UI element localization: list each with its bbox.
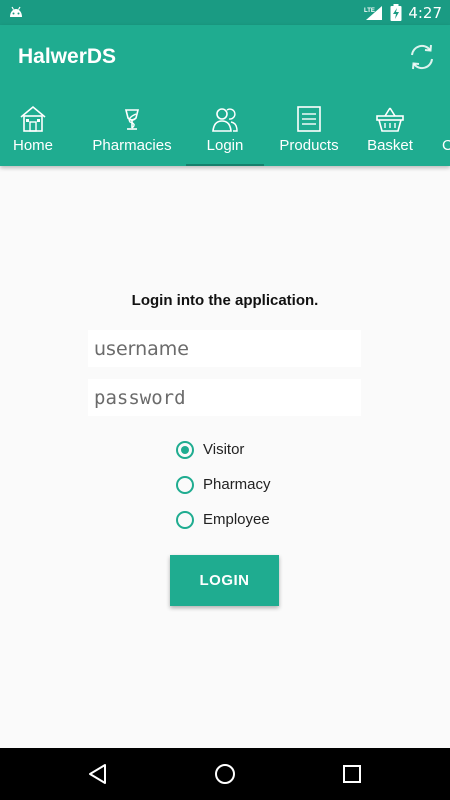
radio-button-checked[interactable] [176, 440, 194, 459]
username-field[interactable] [88, 330, 361, 367]
tab-label: Home [12, 137, 53, 154]
basket-icon [376, 107, 404, 132]
tab-bar: Home Pharmacies Login Products Basket C [0, 100, 450, 166]
lte-signal-icon: LTE [364, 5, 383, 20]
status-bar: LTE 4:27 [0, 0, 450, 25]
radio-label: Visitor [203, 441, 245, 458]
radio-employee[interactable]: Employee [176, 502, 271, 537]
refresh-icon[interactable] [406, 41, 438, 73]
tab-login[interactable]: Login [186, 100, 264, 166]
login-panel: Login into the application. Visitor Phar… [0, 166, 450, 748]
tab-label: Pharmacies [92, 137, 172, 154]
clock: 4:27 [408, 3, 442, 22]
login-heading: Login into the application. [131, 292, 319, 309]
battery-charging-icon [390, 4, 402, 21]
app-bar: HalwerDS Home Pharmacies Login Products … [0, 25, 450, 166]
app-title: HalwerDS [18, 45, 117, 68]
tab-home[interactable]: Home [0, 100, 66, 166]
radio-pharmacy[interactable]: Pharmacy [176, 467, 271, 502]
users-icon [212, 108, 238, 132]
tab-basket[interactable]: Basket [356, 100, 424, 166]
radio-visitor[interactable]: Visitor [176, 432, 271, 467]
tab-label: Products [279, 137, 339, 154]
svg-text:LTE: LTE [364, 8, 375, 14]
radio-button[interactable] [176, 510, 194, 529]
pharmacy-icon [124, 109, 140, 130]
tab-partial[interactable]: C [442, 100, 450, 166]
tab-label: C [442, 137, 450, 154]
password-field[interactable] [88, 379, 361, 416]
system-nav-bar [0, 748, 450, 800]
role-radio-group: Visitor Pharmacy Employee [176, 432, 271, 537]
list-icon [297, 106, 321, 132]
radio-button[interactable] [176, 475, 194, 494]
back-icon[interactable] [86, 762, 110, 786]
tab-pharmacies[interactable]: Pharmacies [86, 100, 178, 166]
android-icon [10, 6, 22, 17]
radio-label: Employee [203, 511, 270, 528]
tab-label: Basket [367, 137, 413, 154]
home-icon [20, 105, 46, 132]
tab-label: Login [206, 137, 244, 154]
tab-products[interactable]: Products [272, 100, 346, 166]
home-circle-icon[interactable] [213, 762, 237, 786]
login-button[interactable]: LOGIN [170, 555, 279, 606]
recents-icon[interactable] [340, 762, 364, 786]
radio-label: Pharmacy [203, 476, 271, 493]
